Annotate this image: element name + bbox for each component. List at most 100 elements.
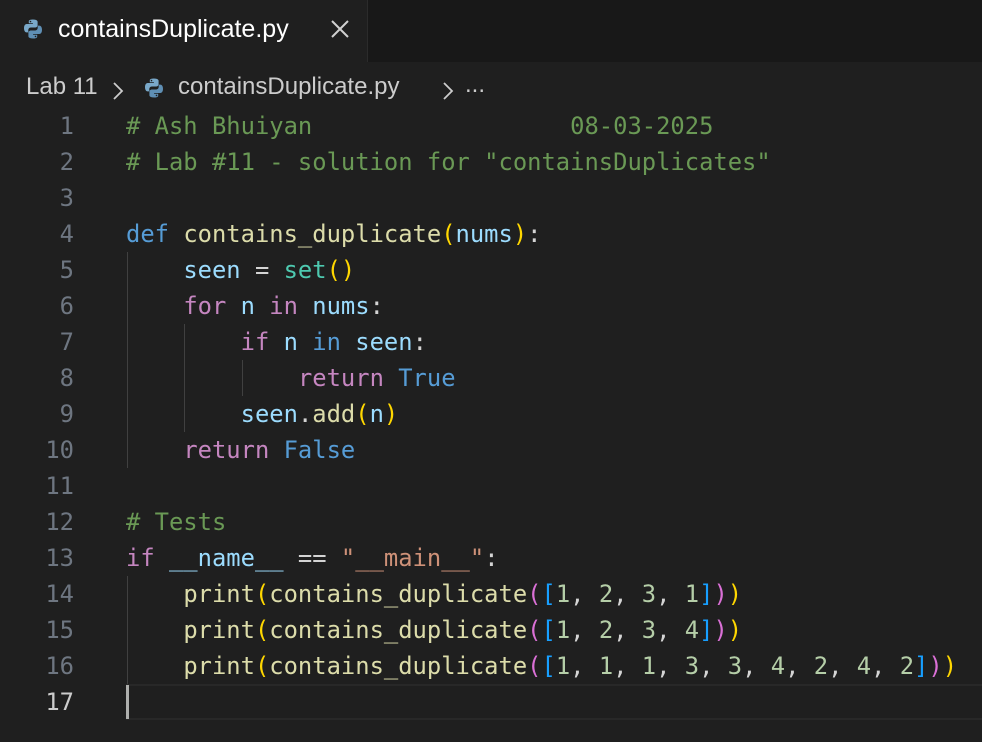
line-number: 3 <box>59 184 74 212</box>
code-token: False <box>283 436 356 464</box>
code-line[interactable]: 8 return True <box>0 360 982 396</box>
code-token: == <box>283 544 341 572</box>
line-number: 4 <box>59 220 74 248</box>
code-line[interactable]: 12 # Tests <box>0 504 982 540</box>
code-token: contains_duplicate <box>269 652 528 680</box>
code-text: seen = set() <box>126 252 355 288</box>
code-token: __name__ <box>168 544 284 572</box>
code-token: [ <box>541 616 556 644</box>
code-text: # Lab #11 - solution for "containsDuplic… <box>126 144 771 180</box>
code-line[interactable]: 16 print(contains_duplicate([1, 1, 1, 3,… <box>0 648 982 684</box>
code-line[interactable]: 3 <box>0 180 982 216</box>
code-token: ( <box>527 652 542 680</box>
code-token: ) <box>713 616 728 644</box>
code-token: contains_duplicate <box>269 616 528 644</box>
code-token: ] <box>914 652 929 680</box>
code-token: True <box>398 364 456 392</box>
python-icon <box>143 77 165 99</box>
code-line[interactable]: 17 <box>0 684 982 720</box>
code-line[interactable]: 4 def contains_duplicate(nums): <box>0 216 982 252</box>
code-token: 4 <box>856 652 872 680</box>
code-token: ( <box>254 652 270 680</box>
code-token: ) <box>727 616 743 644</box>
code-line[interactable]: 5 seen = set() <box>0 252 982 288</box>
code-token: , <box>656 652 685 680</box>
breadcrumb-file[interactable]: containsDuplicate.py <box>178 73 399 101</box>
code-line[interactable]: 14 print(contains_duplicate([1, 2, 3, 1]… <box>0 576 982 612</box>
code-token: # Lab #11 - solution for "containsDuplic… <box>126 148 771 176</box>
code-token: ] <box>699 616 714 644</box>
code-token: return <box>297 364 384 392</box>
line-number: 11 <box>45 472 74 500</box>
code-token: 1 <box>598 652 614 680</box>
python-icon <box>22 18 44 40</box>
code-token: , <box>871 652 900 680</box>
code-line[interactable]: 6 for n in nums: <box>0 288 982 324</box>
code-token: 4 <box>770 652 786 680</box>
code-token: 3 <box>641 580 657 608</box>
close-icon[interactable] <box>329 18 351 40</box>
code-line[interactable]: 1 # Ash Bhuiyan 08-03-2025 <box>0 108 982 144</box>
code-token: print <box>183 580 255 608</box>
breadcrumb-folder[interactable]: Lab 11 <box>26 73 98 101</box>
code-token: 2 <box>598 616 614 644</box>
code-text: seen.add(n) <box>126 396 399 432</box>
code-token: ) <box>713 580 728 608</box>
line-number: 10 <box>45 436 74 464</box>
code-token: [ <box>541 580 556 608</box>
code-line[interactable]: 13 if __name__ == "__main__": <box>0 540 982 576</box>
code-token: 1 <box>641 652 657 680</box>
breadcrumb-symbols[interactable]: ... <box>465 71 485 99</box>
code-token: 1 <box>555 652 571 680</box>
line-number: 9 <box>59 400 74 428</box>
code-token: ( <box>355 400 370 428</box>
code-token: in <box>269 292 298 320</box>
code-line[interactable]: 15 print(contains_duplicate([1, 2, 3, 4]… <box>0 612 982 648</box>
code-token: contains_duplicate <box>269 580 528 608</box>
code-token: , <box>613 616 642 644</box>
code-token: nums <box>455 220 513 248</box>
code-token: , <box>656 616 685 644</box>
code-token: , <box>828 652 857 680</box>
code-line[interactable]: 7 if n in seen: <box>0 324 982 360</box>
code-token: ( <box>254 580 270 608</box>
code-token: ( <box>527 616 542 644</box>
code-line[interactable]: 10 return False <box>0 432 982 468</box>
code-line[interactable]: 9 seen.add(n) <box>0 396 982 432</box>
code-token: add <box>312 400 356 428</box>
code-token: if <box>126 544 155 572</box>
code-text: print(contains_duplicate([1, 2, 3, 1])) <box>126 576 742 612</box>
line-number: 13 <box>45 544 74 572</box>
code-token: , <box>699 652 728 680</box>
code-text: print(contains_duplicate([1, 1, 1, 3, 3,… <box>126 648 957 684</box>
code-token: # Tests <box>126 508 227 536</box>
code-token: print <box>183 616 255 644</box>
code-editor[interactable]: 1 # Ash Bhuiyan 08-03-2025 2 # Lab #11 - so… <box>0 108 982 742</box>
code-token: ( <box>254 616 270 644</box>
code-token: 3 <box>641 616 657 644</box>
code-line[interactable]: 11 <box>0 468 982 504</box>
tab-containsDuplicate[interactable]: containsDuplicate.py <box>0 0 368 62</box>
code-token: print <box>183 652 255 680</box>
code-token: set <box>283 256 327 284</box>
code-token: , <box>656 580 685 608</box>
code-text: print(contains_duplicate([1, 2, 3, 4])) <box>126 612 742 648</box>
line-number: 1 <box>59 112 74 140</box>
chevron-right-icon <box>112 79 124 100</box>
code-text: return True <box>126 360 456 396</box>
code-text: # Ash Bhuiyan 08-03-2025 <box>126 108 713 144</box>
code-token: , <box>570 652 599 680</box>
code-line[interactable]: 2 # Lab #11 - solution for "containsDupli… <box>0 144 982 180</box>
line-number: 15 <box>45 616 74 644</box>
code-token: def <box>126 220 169 248</box>
